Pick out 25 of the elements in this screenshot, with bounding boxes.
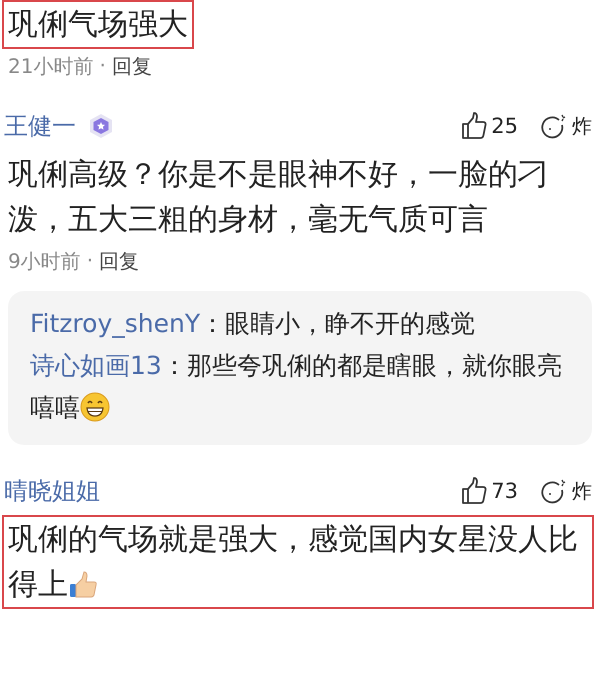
separator-dot: · <box>86 248 94 274</box>
user-name-link[interactable]: 诗心如画13 <box>30 351 162 380</box>
reply-text: Fitzroy_shenY：眼睛小，睁不开的感觉 <box>30 308 476 340</box>
comment-text: 巩俐气场强大 <box>4 2 192 47</box>
thumbs-up-icon[interactable] <box>461 477 488 505</box>
comment-text: 巩俐高级？你是不是眼神不好，一脸的刁泼，五大三粗的身材，毫无气质可言 <box>7 156 549 239</box>
reply-text: 诗心如画13：那些夸巩俐的都是瞎眼，就你眼亮嘻嘻 <box>30 350 563 424</box>
reply-link[interactable]: 回复 <box>99 248 140 275</box>
user-name[interactable]: 晴晓姐姐 <box>4 475 100 507</box>
like-count: 25 <box>491 114 518 138</box>
user-name-link[interactable]: Fitzroy_shenY <box>30 309 200 338</box>
thumbs-up-icon <box>68 570 98 600</box>
like-count: 73 <box>491 479 518 503</box>
bomb-label[interactable]: 炸 <box>572 478 592 504</box>
bomb-label[interactable]: 炸 <box>572 112 592 140</box>
separator-dot: · <box>99 53 106 79</box>
comment-text: 巩俐的气场就是强大，感觉国内女星没人比得上 <box>4 517 592 607</box>
timestamp: 9小时前 <box>8 248 81 275</box>
user-name[interactable]: 王健一 <box>4 110 76 142</box>
thumbs-up-icon[interactable] <box>461 112 488 140</box>
grinning-face-icon <box>80 392 110 422</box>
bomb-icon[interactable] <box>540 477 568 505</box>
bomb-icon[interactable] <box>540 112 568 140</box>
timestamp: 21小时前 <box>8 53 94 80</box>
reply-link[interactable]: 回复 <box>112 53 152 80</box>
